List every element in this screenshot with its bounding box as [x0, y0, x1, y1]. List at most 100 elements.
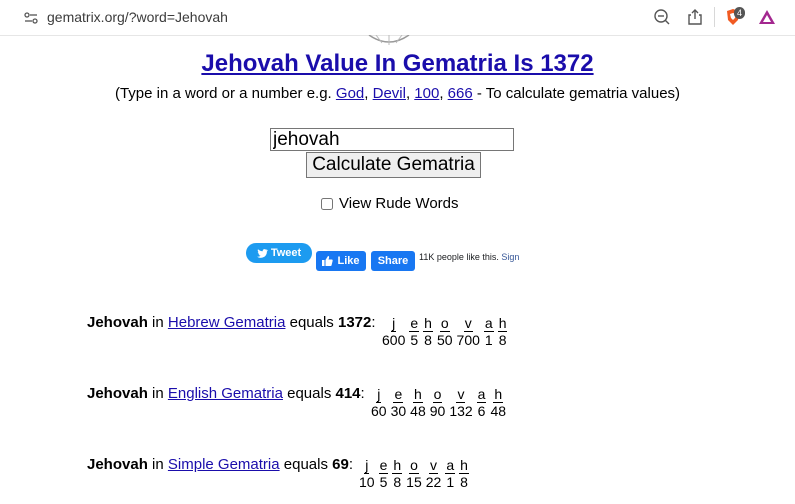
result-word: Jehovah: [87, 385, 148, 402]
subtitle-prefix: (Type in a word or a number e.g.: [114, 85, 332, 102]
letter: v: [463, 315, 473, 332]
letter: h: [493, 386, 504, 403]
letter-cell: v 22: [426, 458, 442, 491]
page-title[interactable]: Jehovah Value In Gematria Is 1372: [201, 50, 593, 77]
letter-cell: h 48: [490, 387, 506, 420]
cipher-link[interactable]: Simple Gematria: [168, 456, 280, 473]
letter: h: [459, 457, 469, 474]
letter-value: 5: [379, 474, 388, 490]
letter-value: 8: [498, 332, 507, 348]
cipher-link[interactable]: English Gematria: [168, 385, 283, 402]
letter: v: [456, 386, 466, 403]
letter-cell: a1: [445, 458, 456, 491]
zoom-icon[interactable]: [653, 8, 671, 26]
browser-toolbar: gematrix.org/?word=Jehovah 4: [0, 0, 795, 36]
letter-breakdown: j 60 e 30 h 48 o 90 v 132 a 6 h 48: [371, 387, 510, 420]
result-colon: :: [371, 314, 376, 331]
letter: o: [409, 457, 419, 474]
share-label: Share: [377, 255, 409, 267]
letter-value: 48: [490, 403, 507, 419]
cipher-link[interactable]: Hebrew Gematria: [168, 314, 286, 331]
letter-breakdown: j 600 e 5 h 8 o 50 v 700 a 1 h 8: [382, 316, 511, 349]
letter: o: [432, 386, 443, 403]
subtitle-suffix: - To calculate gematria values): [476, 85, 681, 102]
page-title-wrap: Jehovah Value In Gematria Is 1372: [0, 50, 795, 78]
example-link-god[interactable]: God: [336, 85, 364, 102]
letter: a: [476, 386, 487, 403]
letter-cell: j 60: [371, 387, 387, 420]
example-link-666[interactable]: 666: [448, 85, 473, 102]
letter-value: 600: [382, 332, 406, 348]
letter-value: 10: [359, 474, 375, 490]
letter-value: 15: [406, 474, 422, 490]
address-bar[interactable]: gematrix.org/?word=Jehovah: [47, 9, 228, 25]
tweet-button[interactable]: Tweet: [246, 243, 312, 263]
letter-cell: h8: [459, 458, 469, 491]
result-colon: :: [360, 385, 365, 402]
letter-value: 48: [410, 403, 426, 419]
thumbs-up-icon: [322, 256, 334, 266]
sign-up-link[interactable]: Sign: [501, 252, 519, 262]
letter-cell: v 132: [449, 387, 472, 420]
letter-value: 30: [390, 403, 407, 419]
letter-value: 8: [460, 474, 468, 490]
tweet-label: Tweet: [270, 247, 302, 259]
twitter-bird-icon: [256, 248, 268, 258]
letter: e: [393, 386, 404, 403]
letter-value: 6: [477, 403, 486, 419]
letter-value: 90: [429, 403, 446, 419]
example-link-devil[interactable]: Devil: [373, 85, 406, 102]
letter-value: 60: [371, 403, 387, 419]
like-label: Like: [337, 255, 360, 267]
result-in: in: [152, 456, 164, 473]
result-row: Jehovah in Simple Gematria equals 69:: [87, 456, 353, 473]
result-row: Jehovah in English Gematria equals 414:: [87, 385, 365, 402]
letter: e: [409, 315, 420, 332]
result-equals: equals: [283, 456, 328, 473]
facebook-share-button[interactable]: Share: [371, 251, 415, 271]
word-input[interactable]: [270, 128, 514, 151]
letter-cell: h8: [392, 457, 403, 491]
letter: j: [364, 457, 370, 474]
result-equals: equals: [289, 314, 334, 331]
letter-cell: a1: [483, 316, 494, 349]
site-logo: [368, 35, 410, 45]
example-link-100[interactable]: 100: [414, 85, 439, 102]
site-settings-icon[interactable]: [23, 10, 39, 26]
letter-value: 1: [446, 474, 455, 490]
letter-cell: v 700: [457, 316, 480, 349]
letter: h: [423, 315, 433, 332]
letter: h: [413, 386, 423, 403]
result-in: in: [152, 385, 164, 402]
calculate-button[interactable]: Calculate Gematria: [306, 152, 481, 178]
brave-rewards-icon[interactable]: [758, 8, 776, 26]
result-value: 414: [335, 385, 361, 402]
rude-words-checkbox[interactable]: [321, 197, 333, 210]
letter-value: 1: [484, 332, 493, 348]
result-row: Jehovah in Hebrew Gematria equals 1372:: [87, 314, 376, 331]
result-word: Jehovah: [87, 456, 148, 473]
letter-value: 8: [424, 332, 432, 348]
result-equals: equals: [287, 385, 332, 402]
letter-value: 22: [425, 474, 442, 490]
letter-cell: h 48: [410, 387, 426, 420]
letter: h: [392, 457, 403, 474]
letter-cell: h8: [423, 316, 433, 349]
shield-count-badge: 4: [734, 7, 746, 19]
letter-cell: e 30: [391, 387, 407, 420]
facebook-like-count: 11K people like this. Sign: [419, 252, 539, 269]
facebook-like-button[interactable]: Like: [316, 251, 366, 271]
letter-cell: o 15: [406, 458, 422, 491]
rude-words-toggle[interactable]: View Rude Words: [321, 195, 459, 212]
result-in: in: [152, 314, 164, 331]
letter-cell: j 10: [359, 458, 375, 491]
letter-cell: o 90: [430, 387, 446, 420]
result-word: Jehovah: [87, 314, 148, 331]
letter: j: [376, 386, 382, 403]
letter-value: 132: [449, 403, 473, 419]
letter-breakdown: j 10 e 5 h 8 o 15 v 22 a 1 h 8: [359, 458, 473, 491]
result-value: 1372: [337, 314, 372, 331]
letter: j: [391, 315, 397, 332]
share-icon[interactable]: [686, 8, 704, 26]
result-colon: :: [348, 456, 353, 473]
